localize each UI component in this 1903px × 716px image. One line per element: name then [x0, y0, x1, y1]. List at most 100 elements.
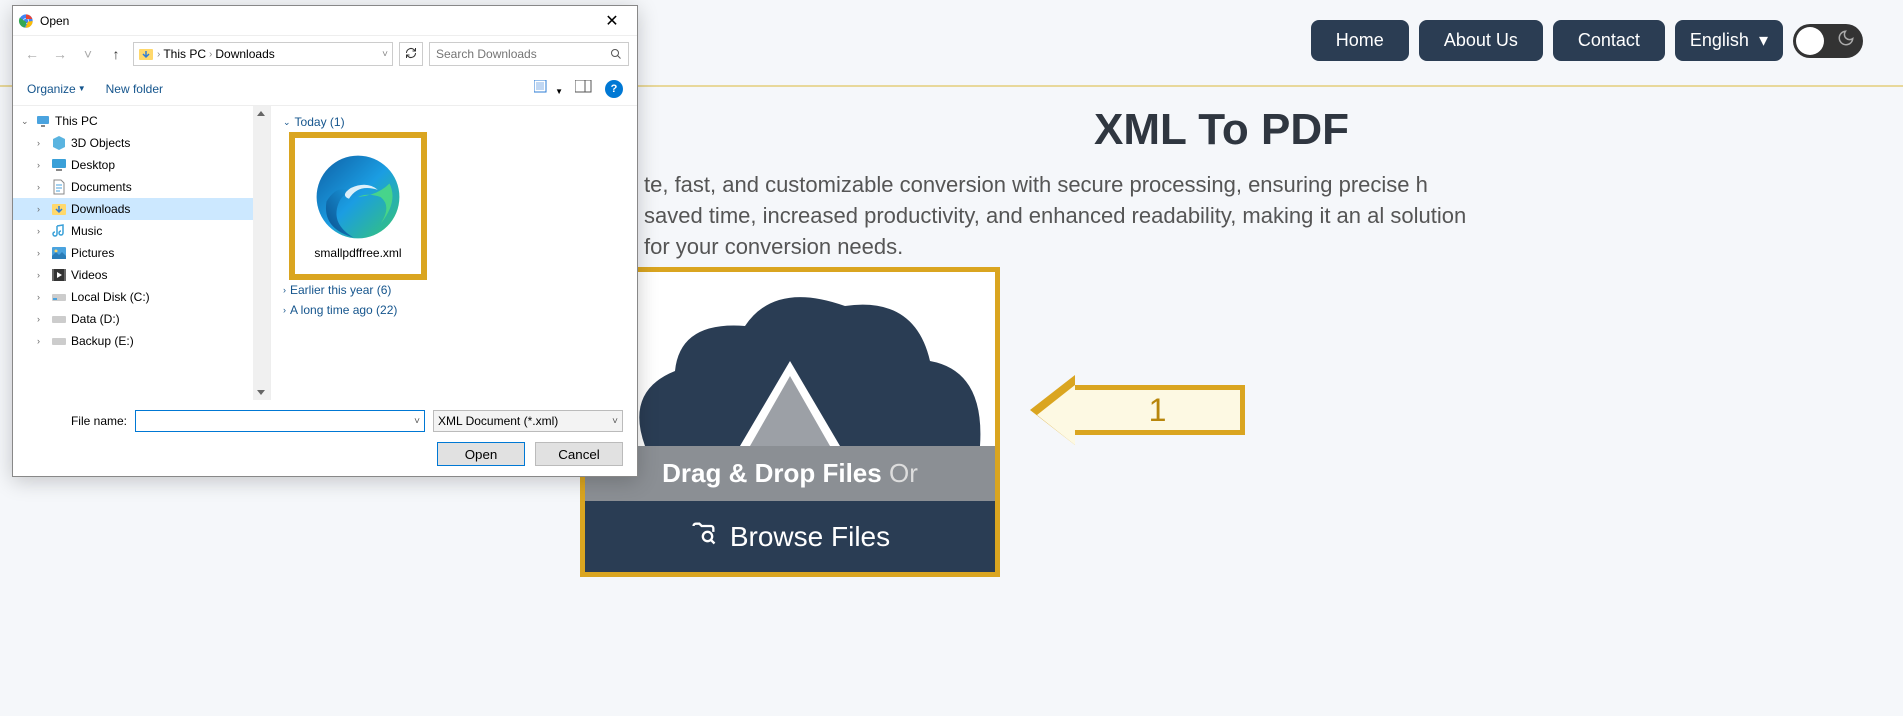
preview-pane-button[interactable] [575, 80, 593, 97]
dialog-title: Open [40, 14, 592, 28]
tree-documents[interactable]: › Documents [13, 176, 270, 198]
folder-search-icon [690, 519, 718, 554]
tree-label: Downloads [71, 202, 130, 216]
breadcrumb-sep: › [157, 49, 160, 60]
disk-icon [51, 289, 67, 305]
tree-local-disk[interactable]: › Local Disk (C:) [13, 286, 270, 308]
search-input[interactable] [430, 47, 604, 61]
dialog-toolbar: Organize ▼ New folder ▼ ? [13, 72, 637, 106]
close-icon: ✕ [605, 11, 618, 31]
tree-label: Backup (E:) [71, 334, 134, 348]
dialog-titlebar: Open ✕ [13, 6, 637, 36]
tree-scrollbar[interactable] [253, 106, 270, 400]
back-icon: ← [25, 46, 39, 62]
browse-label: Browse Files [730, 521, 890, 553]
expand-icon: › [37, 226, 47, 236]
close-button[interactable]: ✕ [592, 6, 632, 35]
pictures-icon [51, 245, 67, 261]
tree-label: Music [71, 224, 102, 238]
tree-label: Pictures [71, 246, 114, 260]
contact-button[interactable]: Contact [1553, 20, 1665, 61]
refresh-icon [405, 47, 417, 62]
chevron-down-icon: ▾ [1759, 30, 1768, 51]
group-earlier-year[interactable]: › Earlier this year (6) [283, 280, 625, 300]
tree-pictures[interactable]: › Pictures [13, 242, 270, 264]
cancel-button[interactable]: Cancel [535, 442, 623, 466]
search-box[interactable] [429, 42, 629, 66]
chrome-icon [18, 13, 34, 29]
breadcrumb-bar[interactable]: › This PC › Downloads ˅ [133, 42, 393, 66]
back-button[interactable]: ← [21, 43, 43, 65]
tree-label: Data (D:) [71, 312, 120, 326]
tree-desktop[interactable]: › Desktop [13, 154, 270, 176]
file-list[interactable]: ⌄ Today (1) [271, 106, 637, 400]
expand-icon: › [37, 336, 47, 346]
tree-music[interactable]: › Music [13, 220, 270, 242]
up-button[interactable]: ↑ [105, 43, 127, 65]
tree-downloads[interactable]: › Downloads [13, 198, 270, 220]
view-mode-button[interactable]: ▼ [534, 80, 563, 97]
chevron-down-icon[interactable]: ˅ [414, 416, 420, 427]
tree-3d-objects[interactable]: › 3D Objects [13, 132, 270, 154]
forward-button[interactable]: → [49, 43, 71, 65]
dark-mode-toggle[interactable] [1793, 24, 1863, 58]
moon-icon [1837, 29, 1855, 52]
group-label: Today (1) [295, 115, 345, 129]
help-button[interactable]: ? [605, 80, 623, 98]
search-icon [604, 48, 628, 60]
top-navigation: Home About Us Contact English ▾ [1311, 20, 1863, 61]
about-us-button[interactable]: About Us [1419, 20, 1543, 61]
tree-this-pc[interactable]: ⌄ This PC [13, 110, 270, 132]
file-item-xml[interactable]: smallpdffree.xml [303, 146, 413, 266]
breadcrumb-downloads[interactable]: Downloads [215, 47, 274, 61]
expand-icon: › [37, 248, 47, 258]
filetype-select[interactable]: XML Document (*.xml) ˅ [433, 410, 623, 432]
open-button[interactable]: Open [437, 442, 525, 466]
tree-videos[interactable]: › Videos [13, 264, 270, 286]
arrow-1-label: 1 [1075, 385, 1245, 435]
expand-icon: › [283, 285, 286, 295]
file-name-label: smallpdffree.xml [309, 246, 407, 260]
or-text: Or [889, 458, 918, 488]
file-highlight: smallpdffree.xml [289, 132, 427, 280]
chevron-down-icon: ˅ [612, 416, 618, 427]
organize-label: Organize [27, 82, 76, 96]
recent-dropdown[interactable]: ˅ [77, 43, 99, 65]
computer-icon [35, 113, 51, 129]
forward-icon: → [53, 46, 67, 62]
dialog-footer: File name: ˅ XML Document (*.xml) ˅ Open… [13, 400, 637, 476]
home-button[interactable]: Home [1311, 20, 1409, 61]
tree-label: This PC [55, 114, 98, 128]
expand-icon: › [37, 314, 47, 324]
annotation-arrow-1: 1 [1030, 375, 1245, 445]
drag-drop-text: Drag & Drop Files [662, 458, 882, 488]
group-long-ago[interactable]: › A long time ago (22) [283, 300, 625, 320]
page-main: XML To PDF te, fast, and customizable co… [580, 105, 1863, 262]
chevron-down-icon[interactable]: ˅ [382, 49, 388, 60]
group-today[interactable]: ⌄ Today (1) [283, 112, 625, 132]
tree-label: Documents [71, 180, 132, 194]
tree-label: Videos [71, 268, 107, 282]
breadcrumb-this-pc[interactable]: This PC [163, 47, 206, 61]
organize-button[interactable]: Organize ▼ [27, 82, 86, 96]
filename-label: File name: [27, 414, 127, 428]
file-dropzone[interactable]: Drag & Drop Files Or Browse Files [580, 267, 1000, 577]
dialog-navbar: ← → ˅ ↑ › This PC › Downloads ˅ [13, 36, 637, 72]
desktop-icon [51, 157, 67, 173]
tree-data-disk[interactable]: › Data (D:) [13, 308, 270, 330]
folder-tree[interactable]: ⌄ This PC › 3D Objects › Desktop › Docum… [13, 106, 271, 400]
tree-label: Desktop [71, 158, 115, 172]
tree-backup-disk[interactable]: › Backup (E:) [13, 330, 270, 352]
language-select[interactable]: English ▾ [1675, 20, 1783, 61]
refresh-button[interactable] [399, 42, 423, 66]
videos-icon [51, 267, 67, 283]
up-icon: ↑ [113, 46, 120, 62]
filename-input[interactable]: ˅ [135, 410, 425, 432]
expand-icon: ⌄ [21, 116, 31, 127]
filetype-label: XML Document (*.xml) [438, 414, 558, 428]
breadcrumb-sep: › [209, 49, 212, 60]
file-open-dialog: Open ✕ ← → ˅ ↑ › This PC › Downloads ˅ [12, 5, 638, 477]
music-icon [51, 223, 67, 239]
browse-files-button[interactable]: Browse Files [585, 501, 995, 572]
new-folder-button[interactable]: New folder [106, 82, 163, 96]
